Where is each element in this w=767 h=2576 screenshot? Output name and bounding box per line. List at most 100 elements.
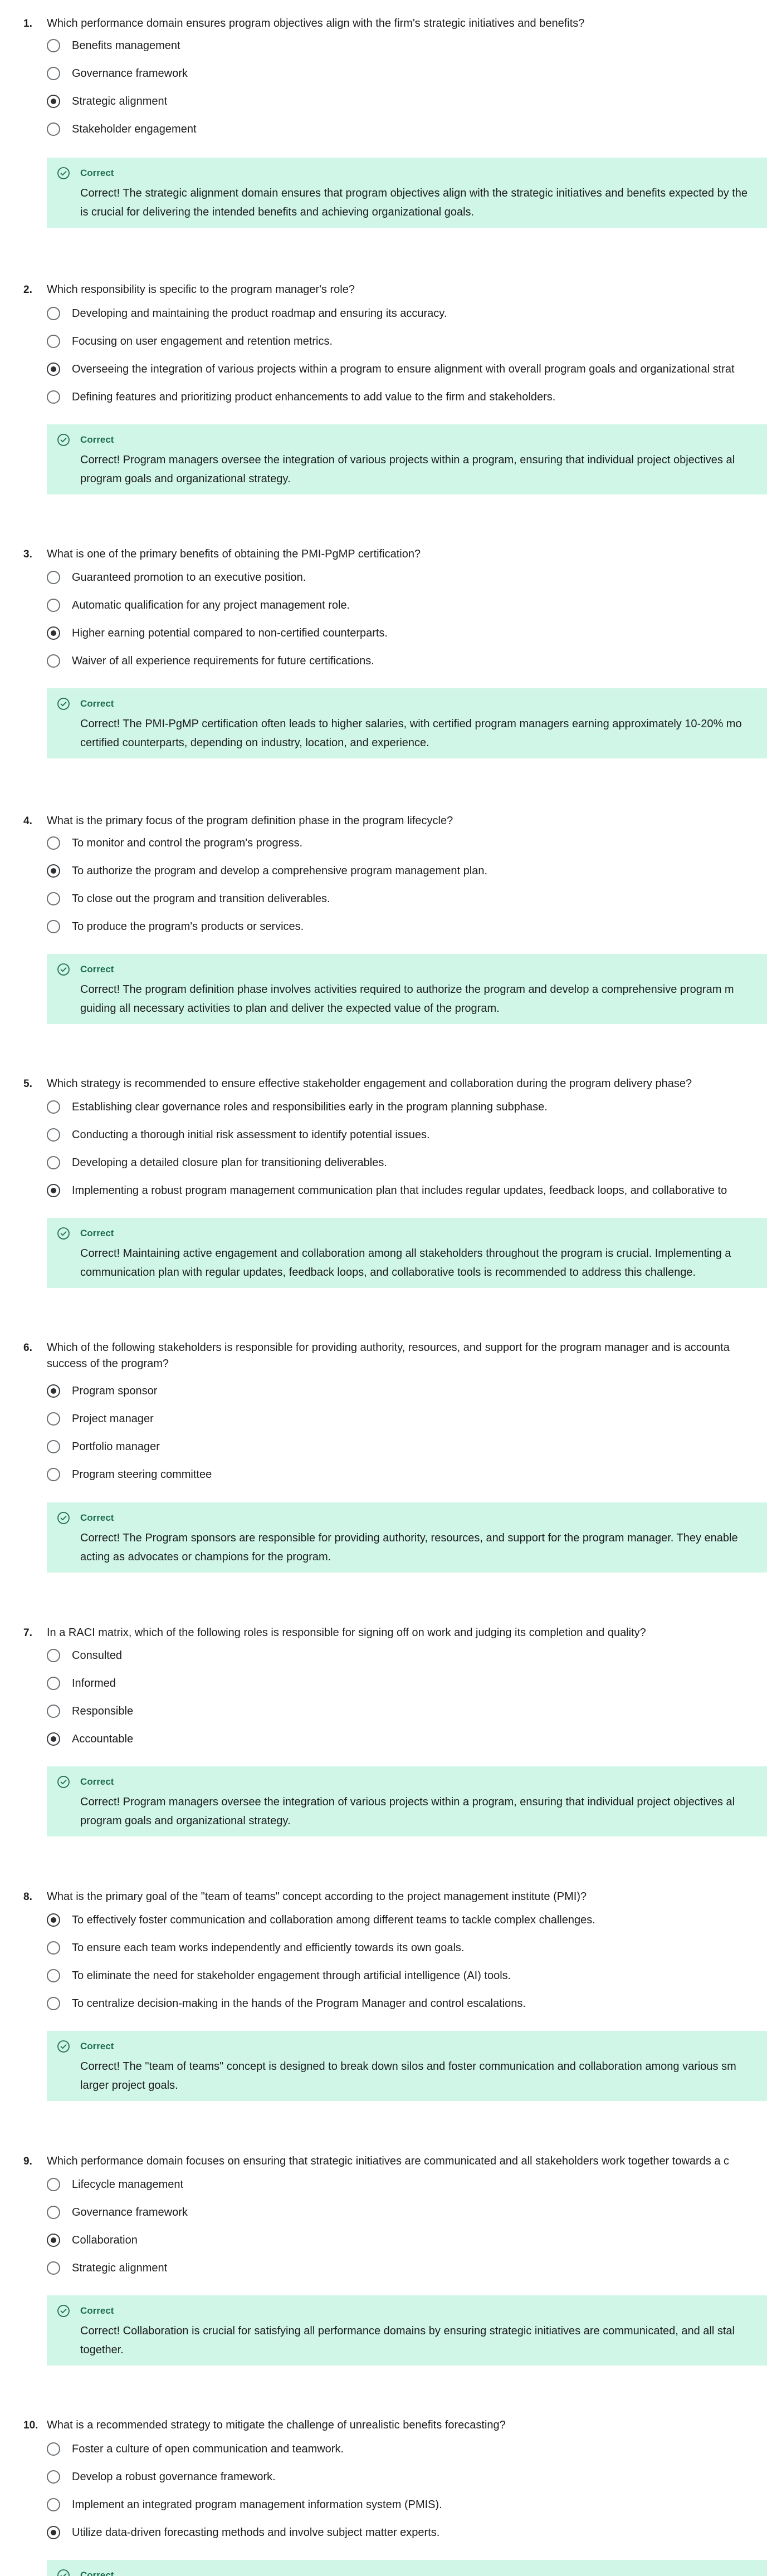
feedback-panel: Correct Correct! Program managers oversee… [47, 424, 767, 494]
answer-option[interactable]: Utilize data-driven forecasting methods … [47, 2521, 767, 2544]
radio-unselected-icon[interactable] [47, 2498, 60, 2511]
answer-option[interactable]: To ensure each team works independently … [47, 1937, 767, 1959]
answer-option[interactable]: Foster a culture of open communication a… [47, 2438, 767, 2460]
feedback-header: Correct [57, 1511, 767, 1525]
answer-option[interactable]: Consulted [47, 1644, 767, 1667]
answer-option[interactable]: Defining features and prioritizing produ… [47, 386, 767, 408]
radio-selected-icon[interactable] [47, 864, 60, 878]
answer-option[interactable]: To monitor and control the program's pro… [47, 832, 767, 854]
answer-option[interactable]: Program sponsor [47, 1380, 767, 1402]
radio-unselected-icon[interactable] [47, 1941, 60, 1955]
answer-option-label: To ensure each team works independently … [72, 1942, 465, 1954]
radio-selected-icon[interactable] [47, 1184, 60, 1197]
radio-selected-icon[interactable] [47, 1913, 60, 1927]
radio-unselected-icon[interactable] [47, 1100, 60, 1114]
answer-option[interactable]: To produce the program's products or ser… [47, 915, 767, 938]
answer-option[interactable]: Establishing clear governance roles and … [47, 1096, 767, 1118]
radio-unselected-icon[interactable] [47, 307, 60, 320]
answer-option[interactable]: Strategic alignment [47, 2257, 767, 2279]
question-text: What is a recommended strategy to mitiga… [47, 2419, 506, 2431]
answer-option[interactable]: Accountable [47, 1728, 767, 1750]
answer-option[interactable]: Project manager [47, 1408, 767, 1430]
answer-option[interactable]: Implementing a robust program management… [47, 1179, 767, 1202]
answer-option[interactable]: Automatic qualification for any project … [47, 594, 767, 616]
radio-selected-icon[interactable] [47, 2526, 60, 2539]
answer-option[interactable]: Stakeholder engagement [47, 118, 767, 140]
answer-option[interactable]: To eliminate the need for stakeholder en… [47, 1965, 767, 1987]
radio-unselected-icon[interactable] [47, 2261, 60, 2275]
radio-unselected-icon[interactable] [47, 39, 60, 52]
radio-selected-icon[interactable] [47, 95, 60, 108]
radio-unselected-icon[interactable] [47, 571, 60, 584]
answer-option[interactable]: Focusing on user engagement and retentio… [47, 330, 767, 352]
answer-option[interactable]: Collaboration [47, 2229, 767, 2251]
answer-option-label: Establishing clear governance roles and … [72, 1101, 548, 1113]
answer-option[interactable]: Implement an integrated program manageme… [47, 2494, 767, 2516]
feedback-text: Correct! The Program sponsors are respon… [80, 1532, 738, 1563]
radio-unselected-icon[interactable] [47, 654, 60, 668]
answer-option-label: Focusing on user engagement and retentio… [72, 335, 333, 347]
feedback-title: Correct [80, 434, 114, 445]
answer-option[interactable]: To authorize the program and develop a c… [47, 860, 767, 882]
answer-option-label: Program steering committee [72, 1468, 212, 1481]
radio-unselected-icon[interactable] [47, 2442, 60, 2456]
answer-option[interactable]: To centralize decision-making in the han… [47, 1992, 767, 2015]
answer-option[interactable]: Waiver of all experience requirements fo… [47, 650, 767, 672]
answer-option[interactable]: Program steering committee [47, 1463, 767, 1486]
radio-unselected-icon[interactable] [47, 2178, 60, 2191]
radio-unselected-icon[interactable] [47, 836, 60, 850]
radio-unselected-icon[interactable] [47, 2206, 60, 2219]
answer-option[interactable]: Governance framework [47, 62, 767, 85]
answer-option-label: Defining features and prioritizing produ… [72, 391, 556, 403]
answer-option[interactable]: Benefits management [47, 35, 767, 57]
radio-unselected-icon[interactable] [47, 1997, 60, 2010]
answer-option-label: Develop a robust governance framework. [72, 2471, 276, 2483]
radio-selected-icon[interactable] [47, 626, 60, 640]
answer-option[interactable]: Develop a robust governance framework. [47, 2466, 767, 2488]
answer-option-label: Project manager [72, 1413, 154, 1425]
answer-option[interactable]: Conducting a thorough initial risk asses… [47, 1124, 767, 1146]
radio-selected-icon[interactable] [47, 1732, 60, 1746]
answer-option[interactable]: Developing a detailed closure plan for t… [47, 1152, 767, 1174]
answer-option[interactable]: To close out the program and transition … [47, 888, 767, 910]
answer-option[interactable]: Portfolio manager [47, 1436, 767, 1458]
answer-option[interactable]: Overseeing the integration of various pr… [47, 358, 767, 380]
radio-unselected-icon[interactable] [47, 1468, 60, 1481]
answer-option[interactable]: Developing and maintaining the product r… [47, 302, 767, 325]
answer-option[interactable]: Guaranteed promotion to an executive pos… [47, 566, 767, 589]
answer-option-label: Guaranteed promotion to an executive pos… [72, 571, 306, 584]
radio-selected-icon[interactable] [47, 2234, 60, 2247]
answer-option[interactable]: Strategic alignment [47, 90, 767, 112]
radio-unselected-icon[interactable] [47, 599, 60, 612]
radio-unselected-icon[interactable] [47, 2470, 60, 2484]
radio-unselected-icon[interactable] [47, 892, 60, 905]
answer-option[interactable]: Lifecycle management [47, 2173, 767, 2196]
check-circle-icon [57, 433, 70, 447]
radio-unselected-icon[interactable] [47, 1677, 60, 1690]
answer-option[interactable]: Governance framework [47, 2201, 767, 2224]
radio-unselected-icon[interactable] [47, 1156, 60, 1169]
radio-selected-icon[interactable] [47, 1384, 60, 1398]
answer-option-label: Overseeing the integration of various pr… [72, 363, 735, 375]
feedback-panel: Correct Correct! The Program sponsors are… [47, 1502, 767, 1573]
radio-unselected-icon[interactable] [47, 1412, 60, 1426]
answer-option[interactable]: Higher earning potential compared to non… [47, 622, 767, 644]
radio-unselected-icon[interactable] [47, 67, 60, 80]
answer-option[interactable]: Responsible [47, 1700, 767, 1722]
radio-unselected-icon[interactable] [47, 1969, 60, 1982]
radio-unselected-icon[interactable] [47, 390, 60, 404]
feedback-panel: Correct Correct! Maintaining active engag… [47, 1218, 767, 1288]
radio-unselected-icon[interactable] [47, 1649, 60, 1662]
feedback-title: Correct [80, 698, 114, 709]
radio-unselected-icon[interactable] [47, 1705, 60, 1718]
answer-option-label: Accountable [72, 1733, 134, 1745]
answer-option[interactable]: Informed [47, 1672, 767, 1695]
radio-unselected-icon[interactable] [47, 920, 60, 933]
question-number: 10. [23, 2420, 38, 2431]
radio-unselected-icon[interactable] [47, 335, 60, 348]
radio-unselected-icon[interactable] [47, 1440, 60, 1453]
radio-unselected-icon[interactable] [47, 123, 60, 136]
radio-unselected-icon[interactable] [47, 1128, 60, 1142]
radio-selected-icon[interactable] [47, 363, 60, 376]
answer-option[interactable]: To effectively foster communication and … [47, 1909, 767, 1931]
